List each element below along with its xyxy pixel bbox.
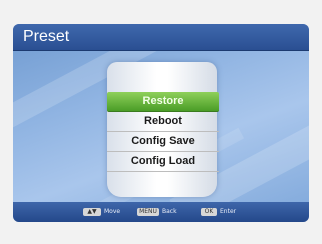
menu-item-reboot[interactable]: Reboot: [107, 112, 219, 132]
footer-hint-bar: ▲▼ Move MENU Back OK Enter: [13, 202, 309, 222]
hint-move-label: Move: [104, 208, 121, 215]
up-down-arrows-icon: ▲▼: [83, 208, 101, 216]
menu-item-config-save[interactable]: Config Save: [107, 132, 219, 152]
hint-move: ▲▼ Move: [83, 207, 120, 217]
hint-back: MENU Back: [137, 207, 177, 217]
preset-menu: Restore Reboot Config Save Config Load: [107, 92, 219, 172]
osd-screen: Preset Restore Reboot Config Save Config…: [13, 24, 309, 222]
menu-key-icon: MENU: [137, 208, 159, 216]
ok-key-icon: OK: [201, 208, 217, 216]
hint-back-label: Back: [162, 208, 177, 215]
hint-enter-label: Enter: [220, 208, 237, 215]
page-title: Preset: [23, 28, 70, 45]
title-bar: Preset: [13, 24, 309, 51]
menu-item-restore[interactable]: Restore: [107, 92, 219, 112]
hint-enter: OK Enter: [201, 207, 236, 217]
menu-item-config-load[interactable]: Config Load: [107, 152, 219, 172]
